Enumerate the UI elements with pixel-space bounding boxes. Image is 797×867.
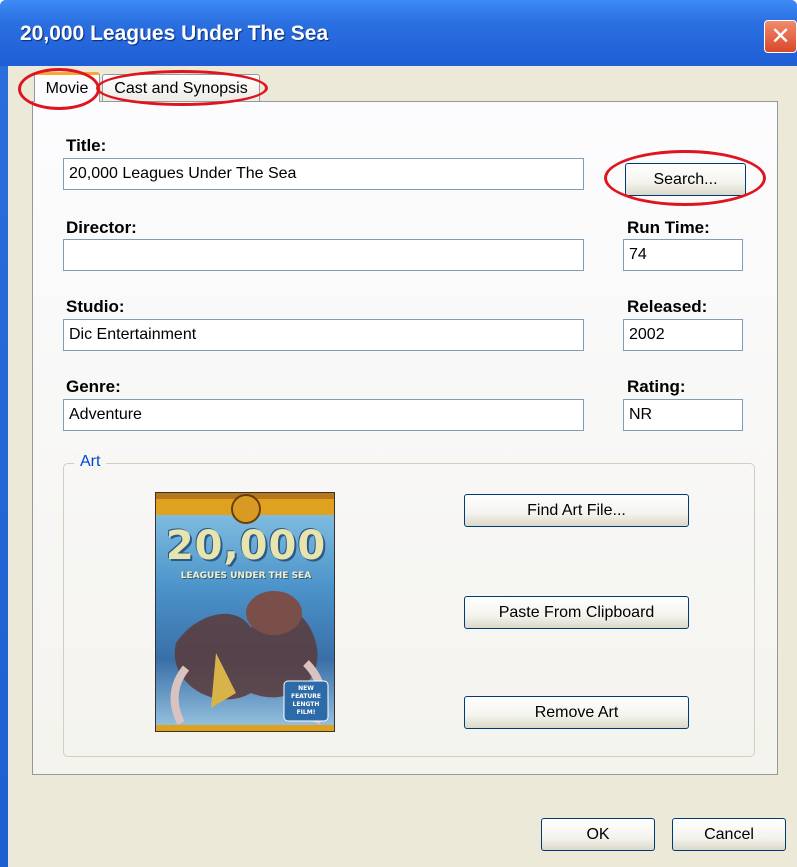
genre-label: Genre: (66, 377, 121, 396)
find-art-file-button[interactable]: Find Art File... (464, 494, 689, 527)
remove-art-button[interactable]: Remove Art (464, 696, 689, 729)
poster-subtitle: LEAGUES UNDER THE SEA (180, 571, 312, 581)
cover-art-image: 20,000 LEAGUES UNDER THE SEA NEW FEATURE… (155, 492, 335, 732)
studio-label: Studio: (66, 297, 125, 316)
title-label: Title: (66, 136, 107, 155)
close-icon[interactable]: ✕ (764, 20, 797, 53)
art-group-label: Art (74, 453, 107, 471)
ok-button[interactable]: OK (541, 818, 655, 851)
genre-field[interactable]: Adventure (63, 399, 584, 431)
tab-cast-and-synopsis[interactable]: Cast and Synopsis (102, 74, 260, 102)
studio-field[interactable]: Dic Entertainment (63, 319, 584, 351)
poster-title: 20,000 (165, 523, 327, 569)
tab-movie-label: Movie (45, 79, 89, 97)
director-field[interactable] (63, 239, 584, 271)
cancel-button[interactable]: Cancel (672, 818, 786, 851)
poster-badge: NEW FEATURE LENGTH FILM! (290, 685, 322, 716)
runtime-field[interactable]: 74 (623, 239, 743, 271)
search-button[interactable]: Search... (625, 163, 746, 196)
tab-movie[interactable]: Movie (34, 72, 100, 102)
rating-field[interactable]: NR (623, 399, 743, 431)
paste-from-clipboard-button[interactable]: Paste From Clipboard (464, 596, 689, 629)
tab-cast-label: Cast and Synopsis (114, 79, 248, 97)
window-title: 20,000 Leagues Under The Sea (20, 22, 329, 45)
title-field[interactable]: 20,000 Leagues Under The Sea (63, 158, 584, 190)
director-label: Director: (66, 218, 137, 237)
released-label: Released: (627, 297, 708, 316)
title-bar[interactable]: 20,000 Leagues Under The Sea (0, 0, 797, 66)
released-field[interactable]: 2002 (623, 319, 743, 351)
rating-label: Rating: (627, 377, 686, 396)
runtime-label: Run Time: (627, 218, 710, 237)
